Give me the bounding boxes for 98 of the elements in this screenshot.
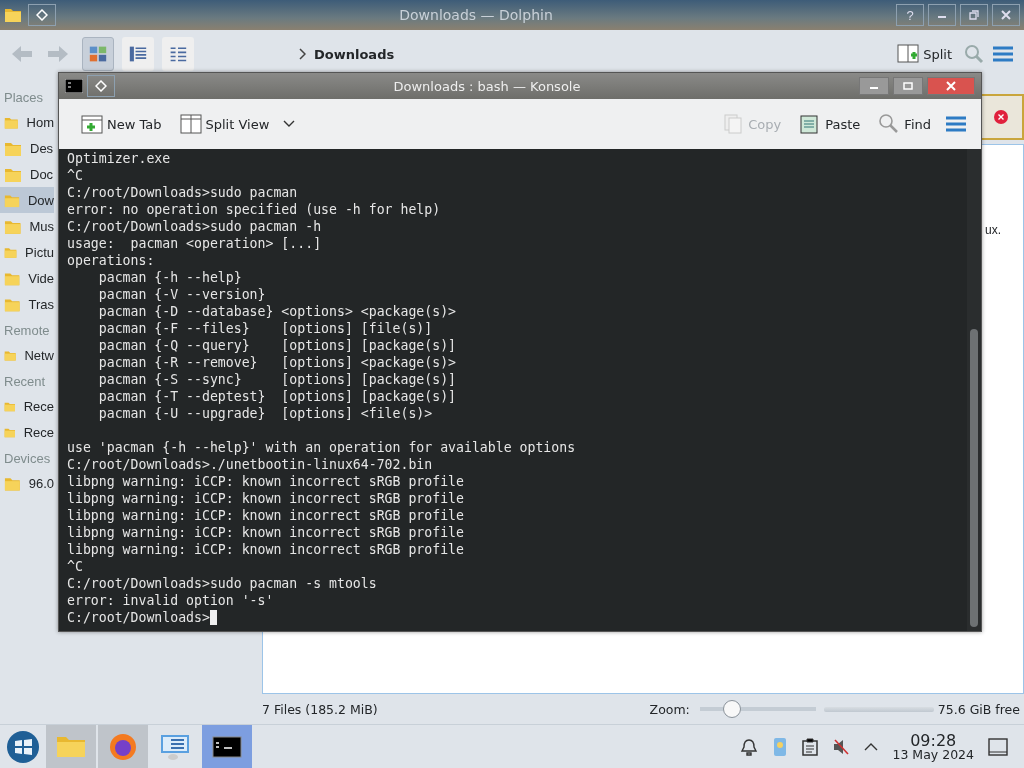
file-count: 7 Files (185.2 MiB): [262, 701, 379, 717]
terminal-line: C:/root/Downloads>sudo pacman -s mtools: [67, 576, 377, 591]
terminal-line: C:/root/Downloads>: [67, 610, 210, 625]
terminal-line: operations:: [67, 253, 155, 268]
restore-icon: [969, 10, 979, 20]
help-button[interactable]: ?: [896, 4, 924, 26]
terminal-line: pacman {-F --files} [options] [file(s)]: [97, 321, 433, 336]
sidebar-item[interactable]: Vide: [0, 265, 54, 291]
taskbar-button[interactable]: [202, 725, 252, 768]
terminal-line: libpng warning: iCCP: known incorrect sRGB profile: [67, 542, 464, 557]
terminal-line: error: no operation specified (use -h for help): [67, 202, 441, 217]
split-view-icon: [897, 43, 920, 65]
file-text: ux.: [985, 223, 1001, 237]
terminal-line: libpng warning: iCCP: known incorrect sRGB profile: [67, 525, 464, 540]
sidebar-item[interactable]: Des: [0, 135, 54, 161]
terminal-line: libpng warning: iCCP: known incorrect sRGB profile: [67, 508, 464, 523]
close-icon: [1001, 10, 1011, 20]
new-tab-icon: [81, 113, 103, 135]
terminal-line: pacman {-V --version}: [97, 287, 266, 302]
taskbar-button[interactable]: [98, 725, 148, 768]
sidebar-item[interactable]: Netw: [0, 342, 54, 368]
window-title: Downloads — Dolphin: [398, 7, 554, 23]
diamond-icon: [95, 80, 107, 92]
scrollbar[interactable]: [967, 149, 981, 631]
caret-icon[interactable]: [864, 742, 879, 752]
terminal-line: ^C: [67, 168, 83, 183]
caret-icon[interactable]: [283, 120, 296, 128]
view-mode-button[interactable]: [82, 37, 114, 71]
pin-button[interactable]: [28, 4, 56, 26]
minimize-button[interactable]: [928, 4, 956, 26]
section-heading: Recent: [3, 373, 47, 391]
free-space: 75.6 GiB free: [937, 701, 1020, 717]
diamond-icon: [36, 9, 48, 21]
terminal-line: pacman {-S --sync} [options] [package(s)]: [97, 372, 457, 387]
view-mode-button[interactable]: [122, 37, 154, 71]
terminal-line: C:/root/Downloads>sudo pacman -h: [67, 219, 322, 234]
terminal-line: C:/root/Downloads>sudo pacman: [67, 185, 298, 200]
terminal-line: pacman {-R --remove} [options] <package(s)>: [97, 355, 457, 370]
terminal-line: pacman {-T --deptest} [options] [package(s)]: [97, 389, 457, 404]
newtab-button[interactable]: New Tab: [77, 111, 166, 137]
terminal-line: use 'pacman {-h --help}' with an operation for available options: [67, 440, 576, 455]
terminal-line: pacman {-U --upgrade} [options] <file(s)>: [97, 406, 433, 421]
clock[interactable]: 09:28 13 May 2024: [892, 732, 974, 762]
terminal-line: ^C: [67, 559, 83, 574]
pin-button[interactable]: [87, 75, 115, 97]
muted-speaker-icon[interactable]: [832, 738, 851, 756]
terminal-line: libpng warning: iCCP: known incorrect sRGB profile: [67, 491, 464, 506]
sidebar-item[interactable]: 96.0: [0, 470, 54, 496]
copy-icon: [722, 113, 745, 135]
split-view-icon: [179, 113, 202, 135]
terminal-line: pacman {-h --help}: [97, 270, 242, 285]
firefox-icon: [107, 731, 139, 763]
section-heading: Places: [3, 89, 45, 107]
paste-button[interactable]: Paste: [795, 111, 865, 137]
close-icon[interactable]: [994, 110, 1008, 124]
maximize-button[interactable]: [893, 77, 923, 95]
maximize-icon: [903, 81, 913, 91]
slider-thumb[interactable]: [723, 700, 742, 718]
terminal-line: usage: pacman <operation> [...]: [67, 236, 322, 251]
sidebar-item[interactable]: Hom: [0, 109, 54, 135]
close-icon: [946, 81, 956, 91]
terminal-line: Optimizer.exe: [67, 151, 171, 166]
terminal-icon: [65, 79, 83, 93]
view-mode-button[interactable]: [162, 37, 194, 71]
clipboard-icon[interactable]: [802, 738, 819, 756]
section-heading: Devices: [3, 450, 52, 468]
split-button[interactable]: Split: [893, 41, 956, 67]
sidebar-item[interactable]: Tras: [0, 291, 54, 317]
close-button[interactable]: [927, 77, 975, 95]
terminal-line: error: invalid option '-s': [67, 593, 274, 608]
menu-icon[interactable]: [992, 45, 1014, 63]
sidebar-item[interactable]: Dow: [0, 187, 54, 213]
split-button[interactable]: Split View: [175, 111, 274, 137]
sidebar-item[interactable]: Pictu: [0, 239, 54, 265]
zoom-label: Zoom:: [649, 701, 690, 717]
maximize-button[interactable]: [960, 4, 988, 26]
sidebar-item[interactable]: Doc: [0, 161, 54, 187]
find-button[interactable]: Find: [874, 111, 935, 137]
breadcrumb-item[interactable]: Downloads: [314, 46, 395, 62]
show-desktop-icon[interactable]: [988, 738, 1008, 756]
clock-date: 13 May 2024: [892, 748, 974, 762]
menu-icon[interactable]: [945, 115, 967, 133]
terminal-line: C:/root/Downloads>./unetbootin-linux64-702.bin: [67, 457, 433, 472]
chevron-icon: [298, 48, 306, 60]
window-title: Downloads : bash — Konsole: [392, 78, 582, 94]
terminal-line: pacman {-Q --query} [options] [package(s)]: [97, 338, 457, 353]
scrollbar-thumb[interactable]: [970, 329, 978, 627]
clock-time: 09:28: [910, 732, 957, 749]
sidebar-item[interactable]: Rece: [0, 419, 54, 445]
terminal-line: pacman {-D --database} <options> <package(s)>: [97, 304, 457, 319]
section-heading: Remote: [3, 322, 51, 340]
start-orb-icon[interactable]: [6, 730, 40, 764]
minimize-button[interactable]: [859, 77, 889, 95]
sidebar-item[interactable]: Rece: [0, 393, 54, 419]
sidebar-item[interactable]: Mus: [0, 213, 54, 239]
close-button[interactable]: [992, 4, 1020, 26]
bell-icon[interactable]: [740, 738, 759, 756]
terminal-line: libpng warning: iCCP: known incorrect sRGB profile: [67, 474, 464, 489]
